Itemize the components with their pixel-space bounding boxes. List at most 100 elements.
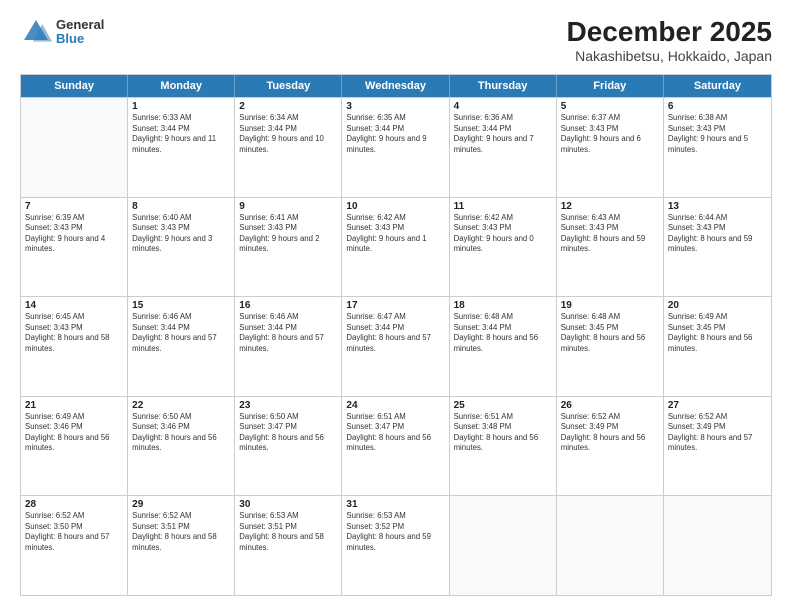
calendar-row-1: 7Sunrise: 6:39 AM Sunset: 3:43 PM Daylig… bbox=[21, 197, 771, 297]
page-title: December 2025 bbox=[567, 16, 772, 48]
cell-info: Sunrise: 6:53 AM Sunset: 3:51 PM Dayligh… bbox=[239, 511, 337, 553]
calendar-row-3: 21Sunrise: 6:49 AM Sunset: 3:46 PM Dayli… bbox=[21, 396, 771, 496]
calendar-cell bbox=[557, 496, 664, 595]
cell-info: Sunrise: 6:51 AM Sunset: 3:47 PM Dayligh… bbox=[346, 412, 444, 454]
calendar-cell: 12Sunrise: 6:43 AM Sunset: 3:43 PM Dayli… bbox=[557, 198, 664, 297]
day-number: 22 bbox=[132, 400, 230, 411]
cell-info: Sunrise: 6:47 AM Sunset: 3:44 PM Dayligh… bbox=[346, 312, 444, 354]
calendar-cell: 3Sunrise: 6:35 AM Sunset: 3:44 PM Daylig… bbox=[342, 98, 449, 197]
cell-info: Sunrise: 6:46 AM Sunset: 3:44 PM Dayligh… bbox=[239, 312, 337, 354]
day-number: 28 bbox=[25, 499, 123, 510]
cell-info: Sunrise: 6:36 AM Sunset: 3:44 PM Dayligh… bbox=[454, 113, 552, 155]
day-number: 23 bbox=[239, 400, 337, 411]
cell-info: Sunrise: 6:43 AM Sunset: 3:43 PM Dayligh… bbox=[561, 213, 659, 255]
day-number: 10 bbox=[346, 201, 444, 212]
calendar-cell: 21Sunrise: 6:49 AM Sunset: 3:46 PM Dayli… bbox=[21, 397, 128, 496]
header-day-sunday: Sunday bbox=[21, 75, 128, 97]
day-number: 16 bbox=[239, 300, 337, 311]
calendar-cell: 31Sunrise: 6:53 AM Sunset: 3:52 PM Dayli… bbox=[342, 496, 449, 595]
day-number: 8 bbox=[132, 201, 230, 212]
cell-info: Sunrise: 6:49 AM Sunset: 3:46 PM Dayligh… bbox=[25, 412, 123, 454]
calendar-cell: 4Sunrise: 6:36 AM Sunset: 3:44 PM Daylig… bbox=[450, 98, 557, 197]
cell-info: Sunrise: 6:39 AM Sunset: 3:43 PM Dayligh… bbox=[25, 213, 123, 255]
calendar-cell: 16Sunrise: 6:46 AM Sunset: 3:44 PM Dayli… bbox=[235, 297, 342, 396]
calendar-cell: 28Sunrise: 6:52 AM Sunset: 3:50 PM Dayli… bbox=[21, 496, 128, 595]
calendar-cell bbox=[450, 496, 557, 595]
calendar-cell: 27Sunrise: 6:52 AM Sunset: 3:49 PM Dayli… bbox=[664, 397, 771, 496]
day-number: 2 bbox=[239, 101, 337, 112]
day-number: 15 bbox=[132, 300, 230, 311]
calendar-cell: 18Sunrise: 6:48 AM Sunset: 3:44 PM Dayli… bbox=[450, 297, 557, 396]
calendar-cell: 25Sunrise: 6:51 AM Sunset: 3:48 PM Dayli… bbox=[450, 397, 557, 496]
day-number: 5 bbox=[561, 101, 659, 112]
cell-info: Sunrise: 6:52 AM Sunset: 3:50 PM Dayligh… bbox=[25, 511, 123, 553]
logo-general: General bbox=[56, 18, 104, 32]
calendar-cell: 5Sunrise: 6:37 AM Sunset: 3:43 PM Daylig… bbox=[557, 98, 664, 197]
day-number: 6 bbox=[668, 101, 767, 112]
calendar-cell: 19Sunrise: 6:48 AM Sunset: 3:45 PM Dayli… bbox=[557, 297, 664, 396]
cell-info: Sunrise: 6:35 AM Sunset: 3:44 PM Dayligh… bbox=[346, 113, 444, 155]
cell-info: Sunrise: 6:50 AM Sunset: 3:46 PM Dayligh… bbox=[132, 412, 230, 454]
header-day-friday: Friday bbox=[557, 75, 664, 97]
day-number: 13 bbox=[668, 201, 767, 212]
calendar-cell: 10Sunrise: 6:42 AM Sunset: 3:43 PM Dayli… bbox=[342, 198, 449, 297]
title-block: December 2025 Nakashibetsu, Hokkaido, Ja… bbox=[567, 16, 772, 64]
header-day-wednesday: Wednesday bbox=[342, 75, 449, 97]
calendar-cell: 26Sunrise: 6:52 AM Sunset: 3:49 PM Dayli… bbox=[557, 397, 664, 496]
cell-info: Sunrise: 6:50 AM Sunset: 3:47 PM Dayligh… bbox=[239, 412, 337, 454]
calendar-cell: 13Sunrise: 6:44 AM Sunset: 3:43 PM Dayli… bbox=[664, 198, 771, 297]
day-number: 14 bbox=[25, 300, 123, 311]
calendar-cell: 17Sunrise: 6:47 AM Sunset: 3:44 PM Dayli… bbox=[342, 297, 449, 396]
calendar-cell: 22Sunrise: 6:50 AM Sunset: 3:46 PM Dayli… bbox=[128, 397, 235, 496]
header-day-saturday: Saturday bbox=[664, 75, 771, 97]
day-number: 21 bbox=[25, 400, 123, 411]
cell-info: Sunrise: 6:37 AM Sunset: 3:43 PM Dayligh… bbox=[561, 113, 659, 155]
header-day-monday: Monday bbox=[128, 75, 235, 97]
header-day-tuesday: Tuesday bbox=[235, 75, 342, 97]
day-number: 31 bbox=[346, 499, 444, 510]
day-number: 27 bbox=[668, 400, 767, 411]
day-number: 12 bbox=[561, 201, 659, 212]
logo: General Blue bbox=[20, 16, 104, 48]
day-number: 1 bbox=[132, 101, 230, 112]
day-number: 9 bbox=[239, 201, 337, 212]
page: General Blue December 2025 Nakashibetsu,… bbox=[0, 0, 792, 612]
calendar-cell: 9Sunrise: 6:41 AM Sunset: 3:43 PM Daylig… bbox=[235, 198, 342, 297]
cell-info: Sunrise: 6:34 AM Sunset: 3:44 PM Dayligh… bbox=[239, 113, 337, 155]
cell-info: Sunrise: 6:42 AM Sunset: 3:43 PM Dayligh… bbox=[454, 213, 552, 255]
day-number: 19 bbox=[561, 300, 659, 311]
header-day-thursday: Thursday bbox=[450, 75, 557, 97]
calendar-cell: 8Sunrise: 6:40 AM Sunset: 3:43 PM Daylig… bbox=[128, 198, 235, 297]
calendar-cell: 1Sunrise: 6:33 AM Sunset: 3:44 PM Daylig… bbox=[128, 98, 235, 197]
day-number: 7 bbox=[25, 201, 123, 212]
day-number: 17 bbox=[346, 300, 444, 311]
calendar-cell: 6Sunrise: 6:38 AM Sunset: 3:43 PM Daylig… bbox=[664, 98, 771, 197]
cell-info: Sunrise: 6:42 AM Sunset: 3:43 PM Dayligh… bbox=[346, 213, 444, 255]
calendar-cell bbox=[664, 496, 771, 595]
day-number: 29 bbox=[132, 499, 230, 510]
calendar-cell: 23Sunrise: 6:50 AM Sunset: 3:47 PM Dayli… bbox=[235, 397, 342, 496]
calendar-header: SundayMondayTuesdayWednesdayThursdayFrid… bbox=[21, 75, 771, 97]
cell-info: Sunrise: 6:41 AM Sunset: 3:43 PM Dayligh… bbox=[239, 213, 337, 255]
calendar-cell: 29Sunrise: 6:52 AM Sunset: 3:51 PM Dayli… bbox=[128, 496, 235, 595]
cell-info: Sunrise: 6:51 AM Sunset: 3:48 PM Dayligh… bbox=[454, 412, 552, 454]
calendar-row-2: 14Sunrise: 6:45 AM Sunset: 3:43 PM Dayli… bbox=[21, 296, 771, 396]
cell-info: Sunrise: 6:52 AM Sunset: 3:51 PM Dayligh… bbox=[132, 511, 230, 553]
header: General Blue December 2025 Nakashibetsu,… bbox=[20, 16, 772, 64]
cell-info: Sunrise: 6:45 AM Sunset: 3:43 PM Dayligh… bbox=[25, 312, 123, 354]
day-number: 26 bbox=[561, 400, 659, 411]
day-number: 25 bbox=[454, 400, 552, 411]
cell-info: Sunrise: 6:49 AM Sunset: 3:45 PM Dayligh… bbox=[668, 312, 767, 354]
cell-info: Sunrise: 6:38 AM Sunset: 3:43 PM Dayligh… bbox=[668, 113, 767, 155]
calendar-cell: 14Sunrise: 6:45 AM Sunset: 3:43 PM Dayli… bbox=[21, 297, 128, 396]
day-number: 30 bbox=[239, 499, 337, 510]
cell-info: Sunrise: 6:52 AM Sunset: 3:49 PM Dayligh… bbox=[668, 412, 767, 454]
day-number: 20 bbox=[668, 300, 767, 311]
calendar-cell: 24Sunrise: 6:51 AM Sunset: 3:47 PM Dayli… bbox=[342, 397, 449, 496]
calendar-body: 1Sunrise: 6:33 AM Sunset: 3:44 PM Daylig… bbox=[21, 97, 771, 595]
logo-text: General Blue bbox=[56, 18, 104, 47]
calendar-cell: 20Sunrise: 6:49 AM Sunset: 3:45 PM Dayli… bbox=[664, 297, 771, 396]
calendar-cell: 2Sunrise: 6:34 AM Sunset: 3:44 PM Daylig… bbox=[235, 98, 342, 197]
calendar-cell bbox=[21, 98, 128, 197]
day-number: 11 bbox=[454, 201, 552, 212]
